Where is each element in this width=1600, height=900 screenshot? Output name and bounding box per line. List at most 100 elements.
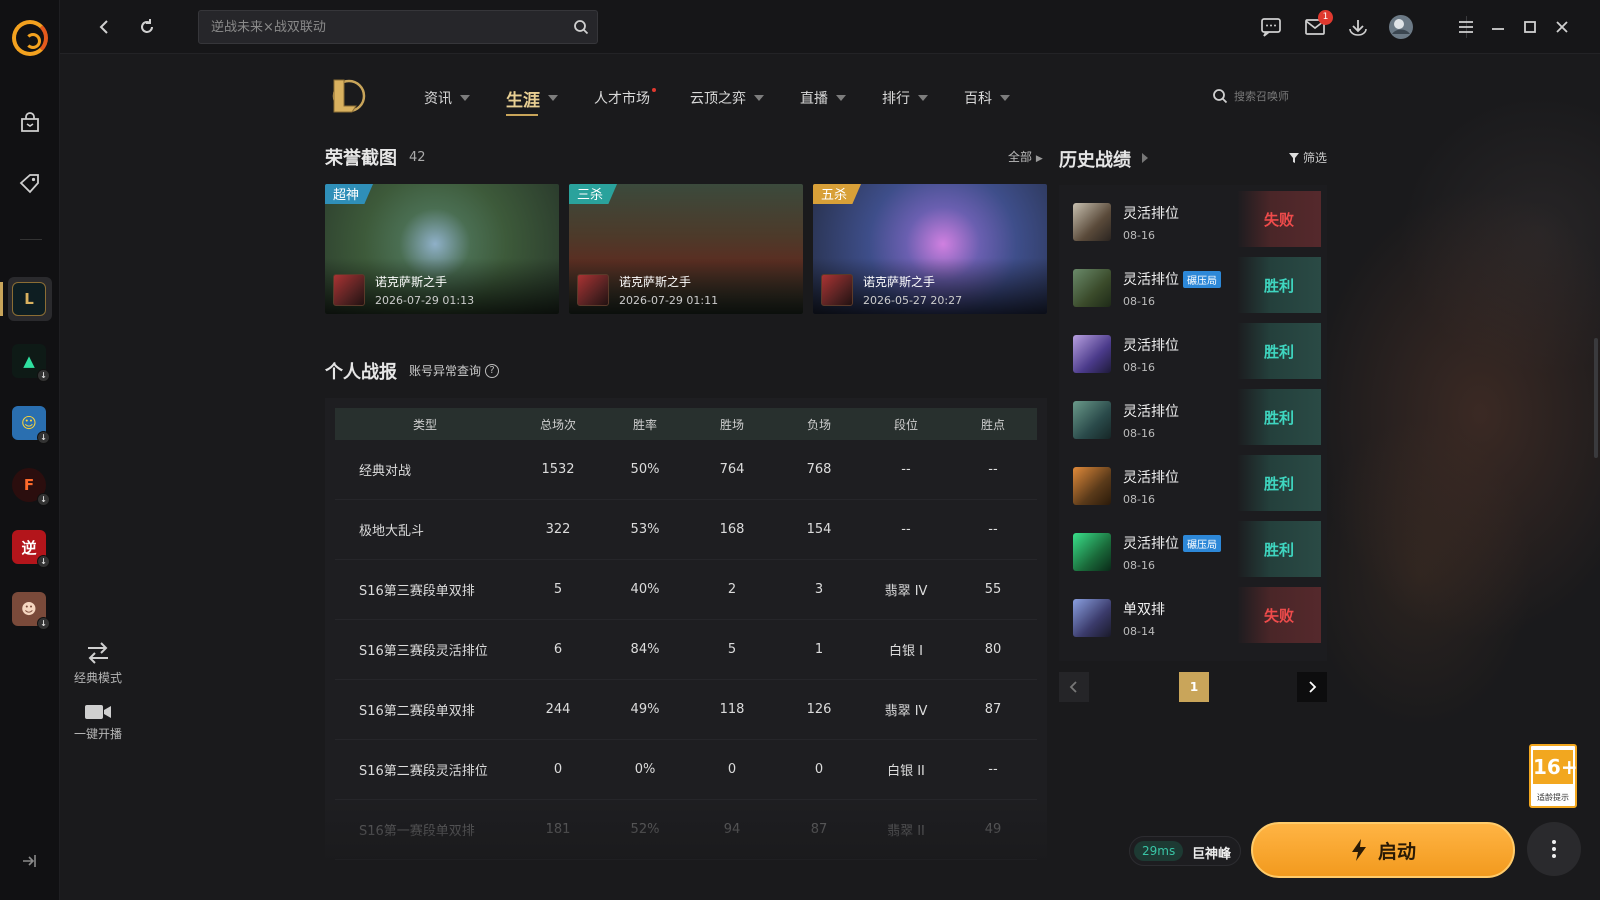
match-result: 胜利 [1237, 389, 1321, 445]
user-avatar[interactable] [1388, 14, 1414, 40]
maximize-button[interactable] [1517, 14, 1543, 40]
match-result: 失败 [1237, 191, 1321, 247]
match-result: 胜利 [1237, 455, 1321, 511]
nav-talent-market[interactable]: 人才市场 [594, 84, 656, 112]
col-header: 胜场 [719, 417, 744, 432]
table-cell: 322 [545, 522, 571, 537]
mail-badge: 1 [1318, 10, 1333, 25]
honor-shot[interactable]: 三杀 诺克萨斯之手 2026-07-29 01:11 [569, 184, 803, 314]
one-click-live-button[interactable]: 一键开播 [68, 702, 128, 742]
close-button[interactable] [1549, 14, 1575, 40]
shot-tag: 五杀 [813, 184, 862, 204]
table-cell: 126 [806, 702, 832, 717]
match-item[interactable]: 灵活排位 08-16 失败 [1065, 191, 1321, 251]
match-date: 08-16 [1123, 361, 1155, 374]
nav-ranking[interactable]: 排行 [882, 84, 928, 112]
launch-button[interactable]: 启动 [1251, 822, 1515, 878]
prev-page-button[interactable] [1059, 672, 1089, 702]
table-row: S16第一赛段单双排 181 52% 94 87 翡翠 II 49 [335, 800, 1037, 860]
hamburger-icon [1459, 21, 1473, 33]
match-item[interactable]: 灵活排位 碾压局 08-16 胜利 [1065, 521, 1321, 581]
nav-news[interactable]: 资讯 [424, 84, 470, 112]
table-cell: 52% [630, 822, 660, 837]
champion-avatar [1073, 335, 1111, 373]
game-other[interactable]: ☻ ↓ [12, 592, 50, 630]
match-item[interactable]: 灵活排位 08-16 胜利 [1065, 455, 1321, 515]
crush-badge: 碾压局 [1183, 270, 1221, 288]
next-page-button[interactable] [1297, 672, 1327, 702]
search-icon[interactable] [573, 19, 589, 35]
honor-all-link[interactable]: 全部 ▶ [1008, 148, 1043, 165]
col-header: 胜点 [980, 417, 1005, 432]
stats-table: 类型 总场次 胜率 胜场 负场 段位 胜点 经典对战 1532 50% 764 768-… [325, 398, 1047, 860]
menu-button[interactable] [1453, 14, 1479, 40]
lightning-icon [1351, 839, 1366, 861]
table-row: S16第三赛段灵活排位 6 84% 5 1 白银 I 80 [335, 620, 1037, 680]
left-rail: L ▲ ↓ ☺ ↓ F ↓ 逆 ↓ ☻ ↓ [0, 0, 60, 900]
account-abnormal-link[interactable]: 账号异常查询? [409, 362, 500, 379]
page-scrollbar[interactable] [1594, 338, 1598, 458]
table-row: S16第三赛段单双排 5 40% 2 3 翡翠 IV 55 [335, 560, 1037, 620]
game-qq-speed[interactable]: ☺ ↓ [12, 406, 50, 444]
col-header: 类型 [412, 417, 437, 432]
refresh-button[interactable] [134, 14, 160, 40]
download-manager-button[interactable] [1345, 14, 1371, 40]
game-nizhan[interactable]: 逆 ↓ [12, 530, 50, 568]
back-button[interactable] [92, 14, 118, 40]
table-cell: 6 [553, 642, 563, 657]
match-result: 胜利 [1237, 323, 1321, 379]
game-valorant[interactable]: ▲ ↓ [12, 344, 50, 382]
play-arrow-icon: ▶ [1035, 154, 1043, 164]
rail-divider [20, 239, 42, 240]
match-mode: 灵活排位 [1123, 338, 1179, 354]
match-result: 胜利 [1237, 257, 1321, 313]
global-search[interactable] [198, 10, 598, 44]
lol-logo[interactable] [328, 76, 366, 116]
download-icon: ↓ [37, 493, 50, 506]
more-options-button[interactable] [1527, 822, 1581, 876]
table-row: S16第二赛段单双排 244 49% 118 126 翡翠 IV 87 [335, 680, 1037, 740]
match-item[interactable]: 灵活排位 碾压局 08-16 胜利 [1065, 257, 1321, 317]
chevron-down-icon [1000, 95, 1010, 101]
nav-career[interactable]: 生涯 [506, 84, 558, 116]
nav-wiki[interactable]: 百科 [964, 84, 1010, 112]
nav-tft[interactable]: 云顶之弈 [690, 84, 764, 112]
tag-shop-icon[interactable] [17, 170, 43, 196]
play-arrow-icon[interactable] [1142, 153, 1148, 163]
champion-avatar [1073, 269, 1111, 307]
search-input[interactable] [199, 11, 549, 43]
match-date: 08-16 [1123, 295, 1155, 308]
age-rating-badge[interactable]: 16+ 适龄提示 [1529, 744, 1578, 808]
filter-button[interactable]: 筛选 [1288, 149, 1327, 166]
server-selector[interactable]: 29ms 巨神峰 [1129, 836, 1241, 866]
match-date: 08-14 [1123, 625, 1155, 638]
match-item[interactable]: 灵活排位 08-16 胜利 [1065, 389, 1321, 449]
match-item[interactable]: 灵活排位 08-16 胜利 [1065, 323, 1321, 383]
table-cell: 极地大乱斗 [359, 524, 425, 539]
bag-icon[interactable] [17, 110, 43, 136]
honor-shot[interactable]: 五杀 诺克萨斯之手 2026-05-27 20:27 [813, 184, 1047, 314]
classic-mode-button[interactable]: 经典模式 [68, 640, 128, 686]
match-item[interactable]: 单双排 08-14 失败 [1065, 587, 1321, 647]
chevron-left-icon [1069, 681, 1077, 693]
game-crossfire[interactable]: F ↓ [12, 468, 50, 506]
honor-shot[interactable]: 超神 诺克萨斯之手 2026-07-29 01:13 [325, 184, 559, 314]
collapse-sidebar-icon[interactable] [20, 852, 38, 870]
match-result: 胜利 [1237, 521, 1321, 577]
help-icon[interactable]: ? [485, 363, 500, 378]
app-logo[interactable] [12, 20, 48, 56]
match-mode: 灵活排位 [1123, 206, 1179, 222]
match-date: 08-16 [1123, 493, 1155, 506]
download-icon: ↓ [37, 555, 50, 568]
table-cell: 3 [814, 582, 824, 597]
video-camera-icon [85, 705, 111, 719]
summoner-search[interactable]: 搜索召唤师 [1212, 88, 1289, 104]
page-number[interactable]: 1 [1179, 672, 1209, 702]
minimize-button[interactable] [1485, 14, 1511, 40]
match-date: 08-16 [1123, 229, 1155, 242]
game-lol[interactable]: L [12, 282, 46, 316]
nav-live[interactable]: 直播 [800, 84, 846, 112]
mail-button[interactable]: 1 [1302, 10, 1333, 40]
table-cell: 768 [806, 462, 832, 477]
chat-button[interactable] [1258, 14, 1284, 40]
